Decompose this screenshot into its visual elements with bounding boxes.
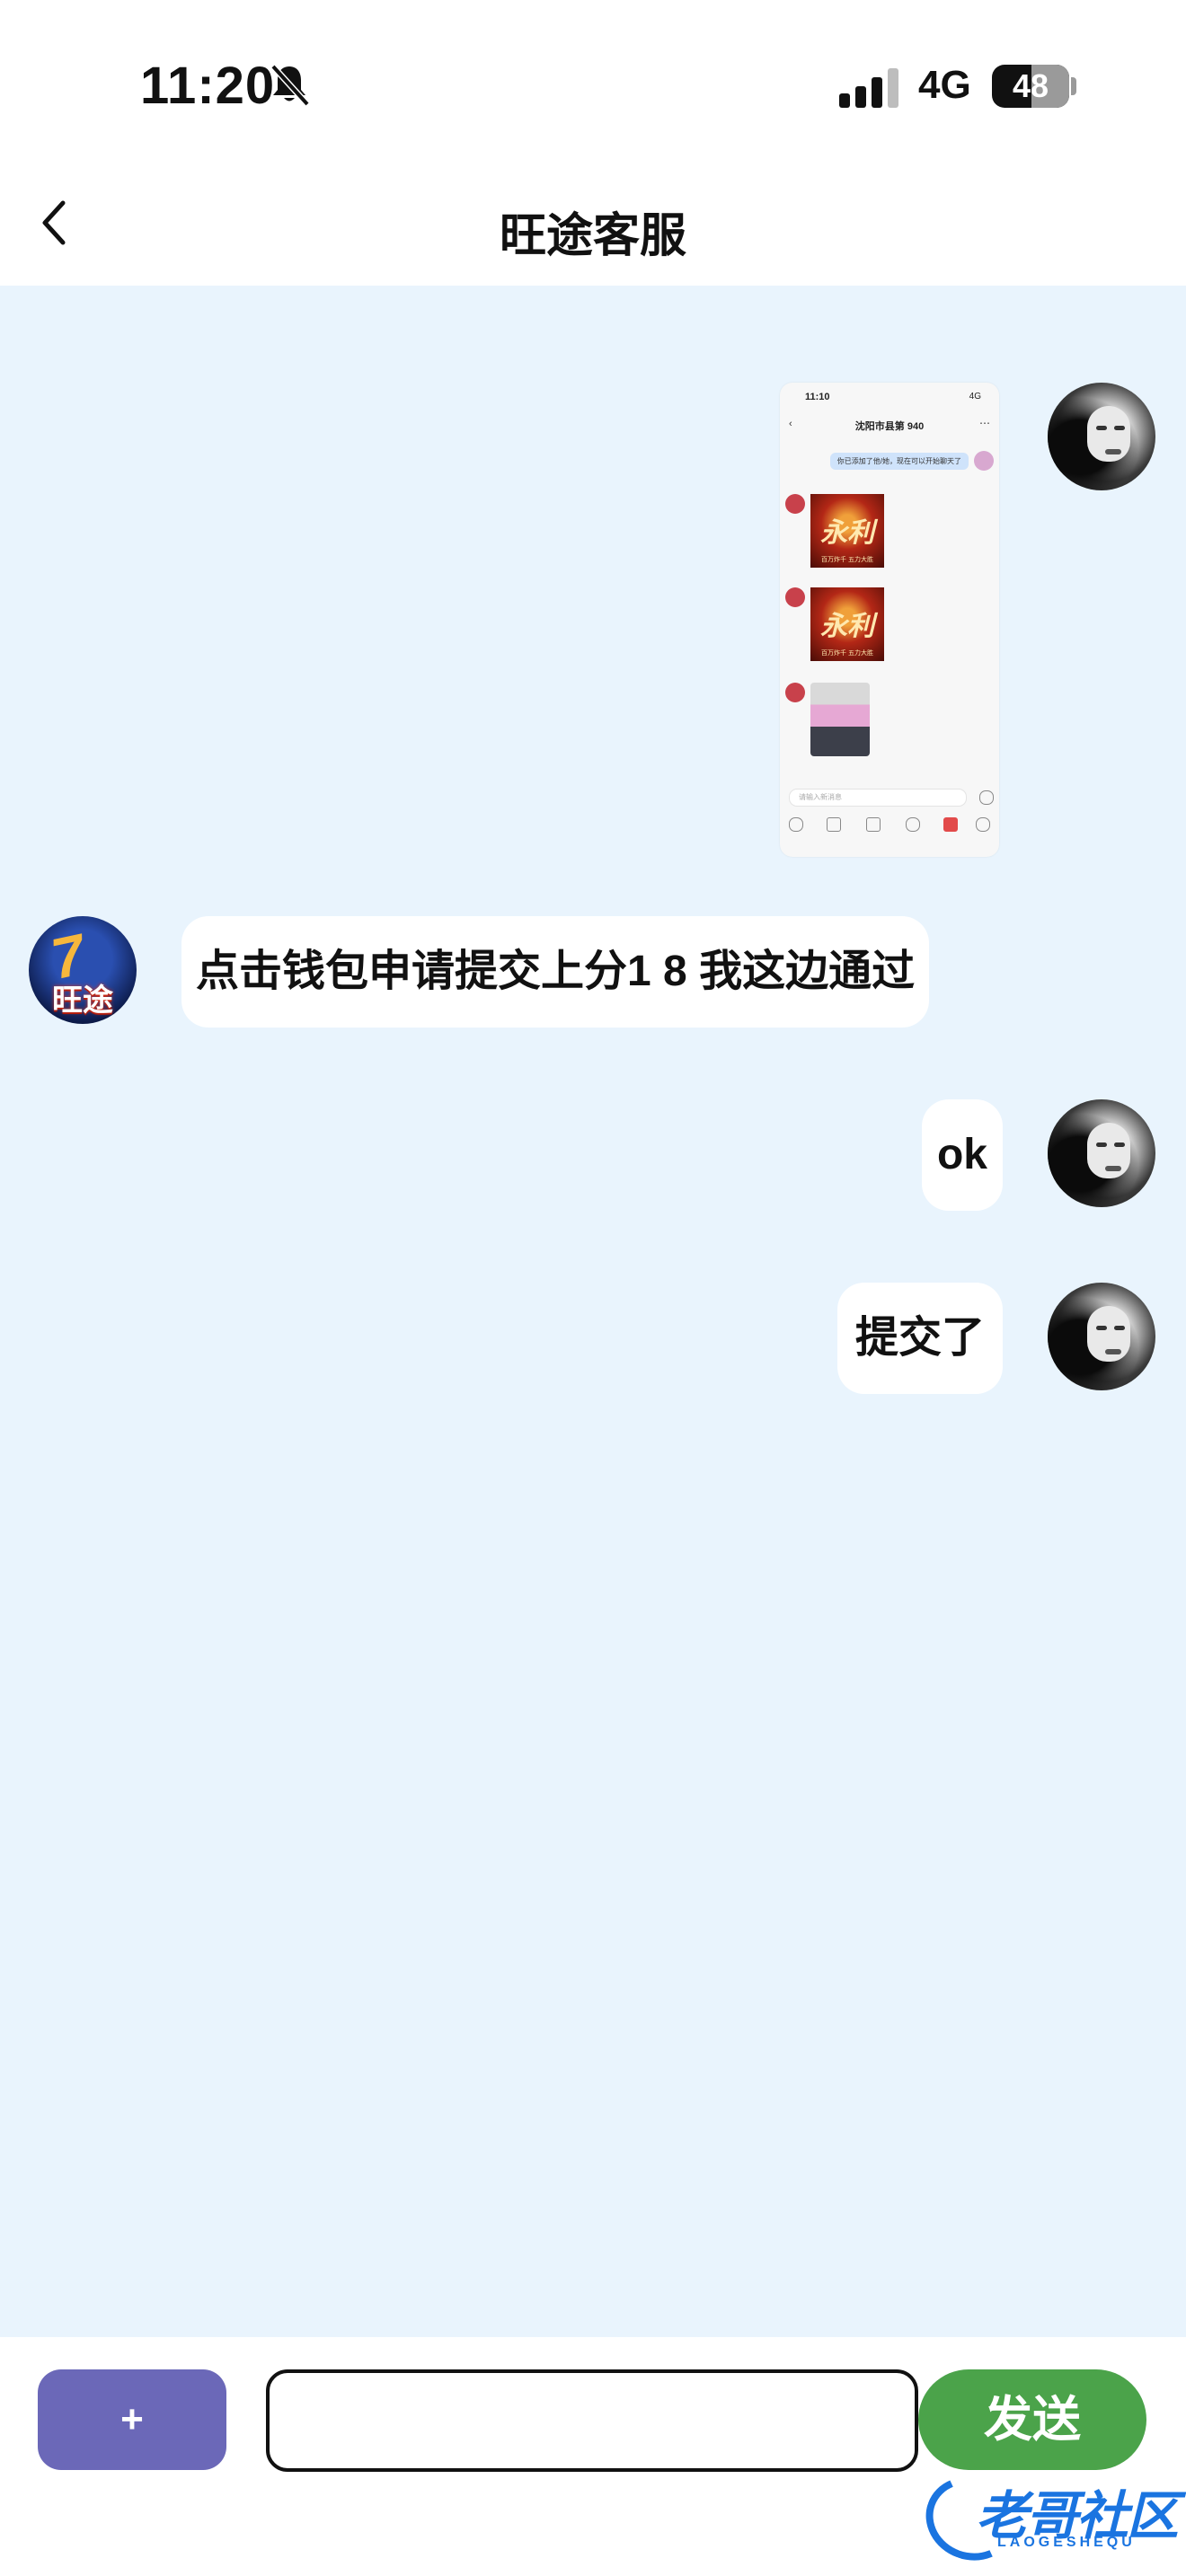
message-text: 提交了 — [854, 1314, 985, 1362]
message-text: ok — [936, 1131, 987, 1178]
thumb-status-time: 11:10 — [805, 392, 830, 402]
thumb-poster-title: 永利 — [820, 612, 874, 641]
send-button[interactable]: 发送 — [918, 2369, 1146, 2470]
attach-plus-button[interactable]: + — [38, 2369, 226, 2470]
thumb-more-icon: ⋯ — [979, 417, 990, 429]
cellular-signal-icon — [839, 68, 898, 108]
thumb-status-network: 4G — [969, 392, 981, 401]
thumb-add-icon — [976, 817, 990, 832]
status-time: 11:20 — [140, 57, 276, 115]
network-type: 4G — [918, 63, 971, 107]
thumb-avatar — [785, 683, 805, 702]
user-message-bubble[interactable]: 提交了 — [837, 1283, 1003, 1394]
battery-level: 48 — [1012, 67, 1049, 104]
service-avatar[interactable]: 7 旺途 — [29, 916, 137, 1024]
thumb-poster: 永利 百万炸千 五力大胜 — [810, 587, 884, 661]
battery-cap — [1071, 77, 1076, 95]
thumb-avatar — [785, 494, 805, 514]
thumb-gift-icon — [943, 817, 958, 832]
site-watermark-logo: 老哥社区 LAOGESHEQU — [914, 2464, 1179, 2573]
bell-muted-icon — [270, 64, 310, 107]
chat-message-list[interactable]: 11:10 4G ‹ 沈阳市县第 940 ⋯ 你已添加了他/她，现在可以开始聊天… — [0, 286, 1186, 2337]
chat-header: 旺途客服 — [0, 171, 1186, 286]
watermark-subtext: LAOGESHEQU — [997, 2535, 1136, 2550]
thumb-title: 沈阳市县第 940 — [854, 421, 925, 432]
thumb-poster: 永利 百万炸千 五力大胜 — [810, 494, 884, 568]
service-logo-text: 旺途 — [52, 984, 113, 1018]
thumb-poster-caption: 百万炸千 五力大胜 — [821, 650, 873, 657]
thumb-gallery-icon — [827, 817, 841, 832]
page-title: 旺途客服 — [499, 210, 686, 262]
thumb-mic-icon — [789, 817, 803, 832]
thumb-photo — [810, 683, 870, 756]
thumb-location-icon — [906, 817, 920, 832]
status-bar: 11:20 4G 48 — [0, 0, 1186, 171]
thumb-self-avatar — [974, 451, 994, 471]
thumb-poster-title: 永利 — [820, 518, 874, 548]
thumb-emoji-icon — [979, 790, 994, 805]
thumb-avatar — [785, 587, 805, 607]
user-message-bubble[interactable]: ok — [922, 1099, 1003, 1211]
image-message[interactable]: 11:10 4G ‹ 沈阳市县第 940 ⋯ 你已添加了他/她，现在可以开始聊天… — [780, 383, 999, 857]
thumb-input: 请输入新消息 — [789, 789, 967, 807]
battery-icon: 48 — [992, 65, 1069, 108]
user-avatar[interactable] — [1048, 383, 1155, 490]
user-avatar[interactable] — [1048, 1099, 1155, 1207]
user-avatar[interactable] — [1048, 1283, 1155, 1390]
thumb-system-message: 你已添加了他/她，现在可以开始聊天了 — [829, 453, 969, 470]
service-message-bubble[interactable]: 点击钱包申请提交上分1 8 我这边通过 — [181, 916, 930, 1028]
thumb-camera-icon — [866, 817, 881, 832]
thumb-toolbar — [780, 817, 999, 835]
thumb-poster-caption: 百万炸千 五力大胜 — [821, 557, 873, 563]
message-input[interactable] — [266, 2369, 918, 2472]
message-text: 点击钱包申请提交上分1 8 我这边通过 — [196, 948, 916, 995]
